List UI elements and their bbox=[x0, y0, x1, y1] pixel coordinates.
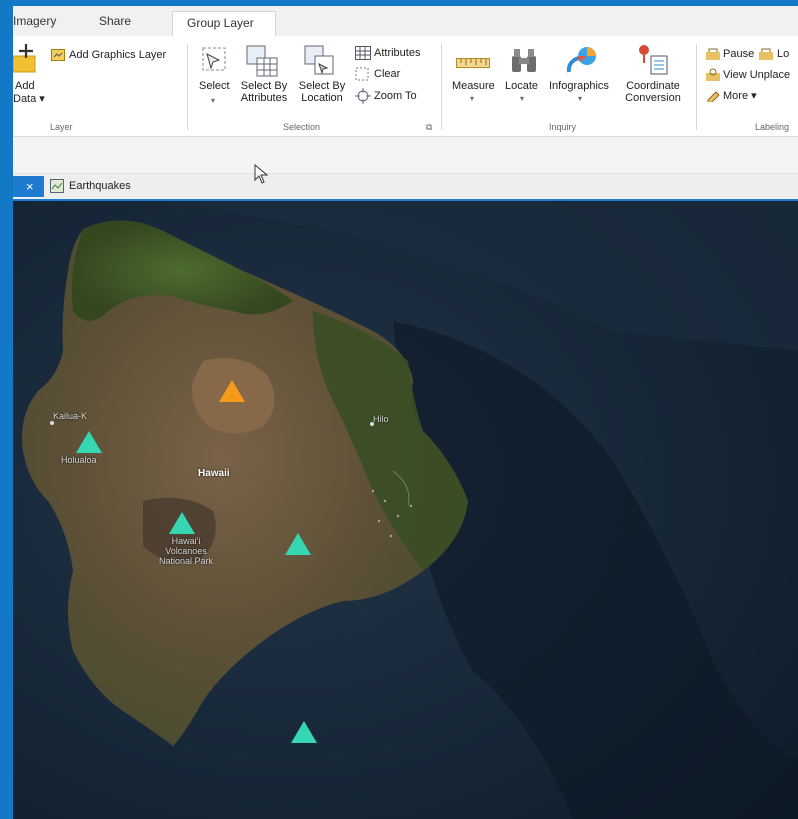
map-label-hilo: Hilo bbox=[373, 414, 389, 424]
map-label-volcanoes-national-park: Hawai'i Volcanoes National Park bbox=[158, 536, 214, 566]
tab-imagery[interactable]: Imagery bbox=[13, 14, 56, 28]
earthquake-marker-orange[interactable] bbox=[217, 378, 247, 404]
locate-dropdown[interactable]: ▾ bbox=[520, 94, 524, 103]
lock-button[interactable]: Lo bbox=[777, 48, 789, 60]
arcgis-pro-window: Imagery Share Group Layer Add Data ▾ Add… bbox=[13, 6, 798, 819]
view-unplaced-button[interactable]: View Unplace bbox=[723, 69, 790, 81]
locate-binoculars-icon[interactable] bbox=[509, 46, 539, 81]
add-data-icon[interactable] bbox=[13, 42, 39, 79]
zoom-to-icon[interactable] bbox=[355, 88, 371, 109]
more-button[interactable]: More ▾ bbox=[723, 90, 757, 102]
select-icon[interactable] bbox=[199, 44, 229, 81]
coordinate-conversion-icon[interactable] bbox=[637, 42, 671, 83]
group-label-labeling: Labeling bbox=[755, 122, 790, 132]
mouse-cursor-icon bbox=[254, 164, 268, 184]
group-label-selection: Selection bbox=[283, 122, 321, 132]
active-view-tab[interactable]: × bbox=[13, 176, 44, 197]
group-separator-3 bbox=[696, 44, 697, 130]
attributes-icon[interactable] bbox=[355, 46, 371, 65]
group-separator bbox=[187, 44, 188, 130]
select-dropdown[interactable]: ▾ bbox=[211, 96, 215, 105]
measure-dropdown[interactable]: ▾ bbox=[470, 94, 474, 103]
earthquake-marker[interactable] bbox=[289, 719, 319, 745]
measure-button[interactable]: Measure bbox=[452, 80, 495, 92]
map-label-holualoa: Holualoa bbox=[61, 455, 97, 465]
map-label-kailua: Kailua-K bbox=[53, 411, 88, 421]
group-label-layer: Layer bbox=[50, 122, 73, 132]
zoom-to-button[interactable]: Zoom To bbox=[374, 90, 417, 102]
earthquake-marker[interactable] bbox=[167, 510, 197, 536]
map-view[interactable]: Kailua-K Holualoa Hawaii Hilo Hawai'i Vol… bbox=[13, 201, 798, 819]
lock-labels-icon[interactable] bbox=[759, 47, 773, 65]
pause-button[interactable]: Pause bbox=[723, 48, 754, 60]
close-icon[interactable]: × bbox=[26, 179, 34, 194]
clear-selection-icon[interactable] bbox=[355, 67, 369, 86]
command-bar-area bbox=[13, 137, 798, 174]
more-labeling-icon[interactable] bbox=[706, 89, 720, 107]
graphics-layer-icon bbox=[51, 48, 65, 66]
earthquake-marker[interactable] bbox=[74, 429, 104, 455]
window-left-border bbox=[0, 0, 13, 819]
group-label-inquiry: Inquiry bbox=[549, 122, 577, 132]
map-view-icon bbox=[50, 179, 64, 198]
view-tab-earthquakes[interactable]: Earthquakes bbox=[69, 180, 131, 192]
tab-share[interactable]: Share bbox=[99, 14, 131, 28]
earthquake-marker[interactable] bbox=[283, 531, 313, 557]
add-data-label-2[interactable]: Data ▾ bbox=[13, 93, 45, 105]
add-graphics-layer-button[interactable]: Add Graphics Layer bbox=[69, 49, 166, 61]
add-data-label[interactable]: Add bbox=[15, 80, 35, 92]
basemap-imagery bbox=[13, 201, 798, 819]
pause-labeling-icon[interactable] bbox=[706, 47, 720, 65]
select-by-location-icon[interactable] bbox=[303, 44, 337, 83]
measure-icon[interactable] bbox=[456, 56, 490, 75]
select-label[interactable]: Select bbox=[199, 80, 230, 92]
view-tab-bar: × Earthquakes bbox=[13, 174, 798, 199]
select-by-location-button[interactable]: Select By Location bbox=[295, 80, 349, 104]
tab-group-layer[interactable]: Group Layer bbox=[172, 11, 276, 36]
attributes-button[interactable]: Attributes bbox=[374, 47, 420, 59]
locate-button[interactable]: Locate bbox=[505, 80, 538, 92]
select-by-attributes-button[interactable]: Select By Attributes bbox=[237, 80, 291, 104]
selection-options-launcher-icon[interactable]: ⧉ bbox=[426, 122, 432, 133]
infographics-icon[interactable] bbox=[565, 42, 603, 83]
map-label-hawaii: Hawaii bbox=[198, 468, 230, 479]
coordinate-conversion-button[interactable]: Coordinate Conversion bbox=[617, 80, 689, 104]
group-separator-2 bbox=[441, 44, 442, 130]
infographics-dropdown[interactable]: ▾ bbox=[578, 94, 582, 103]
ribbon: Add Data ▾ Add Graphics Layer Layer Sele… bbox=[13, 36, 798, 137]
select-by-attributes-icon[interactable] bbox=[245, 44, 279, 83]
view-unplaced-icon[interactable] bbox=[706, 68, 720, 86]
infographics-button[interactable]: Infographics bbox=[549, 80, 609, 92]
ribbon-tab-bar: Imagery Share Group Layer bbox=[13, 6, 798, 36]
clear-button[interactable]: Clear bbox=[374, 68, 400, 80]
